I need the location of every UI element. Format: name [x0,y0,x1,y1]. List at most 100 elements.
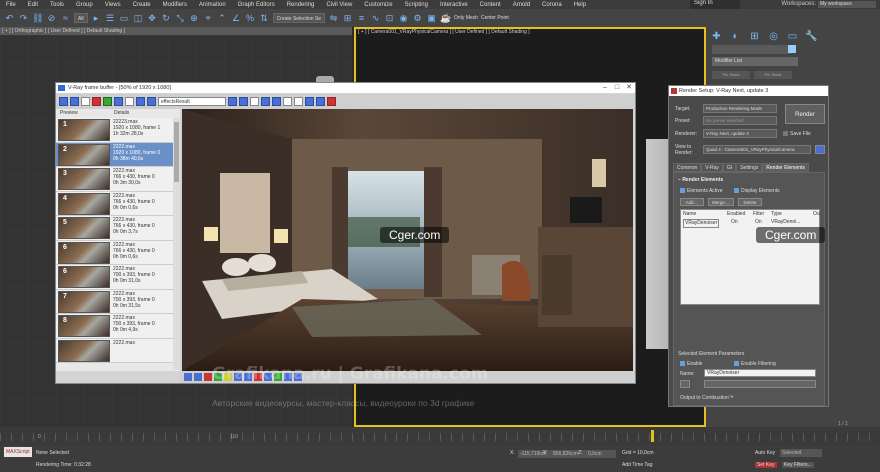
save-file-checkbox[interactable]: Save File [783,131,811,137]
link-icon[interactable]: ⛓ [32,13,43,24]
menu-graph-editors[interactable]: Graph Editors [232,2,281,8]
set-key-button[interactable]: Set Key [755,462,777,468]
save-all-icon[interactable] [147,97,156,106]
snap-icon[interactable]: ⌃ [217,13,228,24]
modify-tab-icon[interactable]: ◐ [729,30,742,43]
col-name[interactable]: Name [683,210,696,218]
history-item[interactable]: 6 2222.max 700 x 393, frame 0 0h 0m 31,0s [56,265,173,290]
align-icon[interactable]: ⊞ [342,13,353,24]
percent-snap-icon[interactable]: % [245,13,256,24]
output-path-field[interactable] [704,380,816,388]
select-icon[interactable]: ▸ [91,13,102,24]
time-slider[interactable] [651,430,654,442]
modifier-list-dropdown[interactable]: Modifier List [712,57,798,66]
blue-channel-icon[interactable] [114,97,123,106]
menu-animation[interactable]: Animation [193,2,232,8]
maxscript-listener[interactable]: MAXScript [4,447,32,457]
display-tab-icon[interactable]: ▭ [786,30,799,43]
workspace-select[interactable]: My workspace [818,1,876,8]
menu-corona[interactable]: Corona [536,2,568,8]
col-output[interactable]: Ou [813,210,820,218]
auto-key-label[interactable]: Auto Key [755,450,775,456]
track-mouse-icon[interactable] [228,97,237,106]
lock-view-icon[interactable] [815,145,825,154]
z-field[interactable]: 0,0cm [586,450,616,458]
hierarchy-tab-icon[interactable]: ⊞ [748,30,761,43]
close-icon[interactable]: ✕ [623,83,635,93]
target-select[interactable]: Production Rendering Mode [703,104,777,113]
render-setup-title-bar[interactable]: Render Setup: V-Ray Next, update 3 [669,86,828,96]
move-icon[interactable]: ✥ [147,13,158,24]
menu-views[interactable]: Views [99,2,127,8]
menu-customize[interactable]: Customize [358,2,398,8]
add-button[interactable]: Add ... [680,198,704,206]
material-editor-icon[interactable]: ◉ [398,13,409,24]
render-frame-icon[interactable]: ▣ [426,13,437,24]
history-toggle-icon[interactable] [59,97,68,106]
save-image-icon[interactable] [70,97,79,106]
red-channel-icon[interactable] [92,97,101,106]
pin-stack-button[interactable]: Pin Stack [712,71,750,79]
create-tab-icon[interactable]: ✚ [710,30,723,43]
history-item[interactable]: 8 2222.max 700 x 393, frame 0 0h 0m 4,9s [56,314,173,339]
menu-modifiers[interactable]: Modifiers [157,2,193,8]
vfb-exposure-icon[interactable] [204,373,212,381]
history-scroll-thumb[interactable] [174,122,179,182]
display-elements-checkbox[interactable]: Display Elements [734,188,780,194]
view-to-render-select[interactable]: Quad 4 - Camera001_VRayPhysicalCamera [703,145,811,154]
col-enabled[interactable]: Enabled [727,210,745,218]
only-mesh-label[interactable]: Only Mesh [454,15,478,21]
menu-create[interactable]: Create [127,2,157,8]
render-icon[interactable]: ☕ [440,13,451,24]
menu-edit[interactable]: Edit [22,2,44,8]
redo-icon[interactable]: ↷ [18,13,29,24]
tab-render-elements[interactable]: Render Elements [762,163,809,172]
history-item[interactable]: 2 2222.max 1920 x 1080, frame 0 0h 38m 40… [56,142,173,167]
bind-icon[interactable]: ≈ [60,13,71,24]
history-item[interactable]: 4 2222.max 766 x 430, frame 0 0h 0m 0,6s [56,191,173,216]
viewport-left-label[interactable]: [ + ] [ Orthographic ] [ User Defined ] … [2,28,125,34]
object-name-field[interactable] [712,45,792,54]
follow-mouse-icon[interactable] [272,97,281,106]
delete-button[interactable]: Delete [738,198,762,206]
minimize-icon[interactable]: – [599,83,611,93]
col-filter[interactable]: Filter [753,210,764,218]
preset-select[interactable]: No preset selected [703,116,777,125]
show-end-result-button[interactable]: Pin Stack [754,71,792,79]
render-button[interactable]: Render [785,104,825,124]
history-item[interactable]: 2222.max [56,338,173,363]
render-setup-icon[interactable]: ⚙ [412,13,423,24]
layer-icon[interactable]: ≡ [356,13,367,24]
tab-gi[interactable]: GI [722,163,737,172]
menu-interactive[interactable]: Interactive [434,2,474,8]
renderer-select[interactable]: V-Ray Next, update 3 [703,129,777,138]
lens-effects-icon[interactable] [283,97,292,106]
enable-filtering-checkbox[interactable]: Enable Filtering [734,361,776,367]
vfb-title-bar[interactable]: V-Ray frame buffer - [50% of 1920 x 1080… [56,83,635,93]
maximize-icon[interactable]: □ [611,83,623,93]
rect-selection-icon[interactable]: ▭ [119,13,130,24]
selection-filter-select[interactable]: All [74,13,88,23]
menu-tools[interactable]: Tools [44,2,70,8]
green-channel-icon[interactable] [103,97,112,106]
history-item[interactable]: 1 22223.max 1920 x 1080, frame 1 1h 32m 2… [56,118,173,143]
menu-file[interactable]: File [0,2,22,8]
select-by-name-icon[interactable]: ☰ [105,13,116,24]
utilities-tab-icon[interactable]: 🔧 [805,30,818,43]
rotate-icon[interactable]: ↻ [161,13,172,24]
tab-vray[interactable]: V-Ray [701,163,723,172]
clear-icon[interactable] [81,97,90,106]
vfb-settings-icon[interactable] [184,373,192,381]
place-icon[interactable]: ⊕ [189,13,200,24]
region-render-icon[interactable] [250,97,259,106]
history-item[interactable]: 6 2222.max 766 x 430, frame 0 0h 0m 0,6s [56,240,173,265]
spinner-snap-icon[interactable]: ⇅ [259,13,270,24]
mirror-icon[interactable]: ⇋ [328,13,339,24]
menu-group[interactable]: Group [70,2,99,8]
key-mode-select[interactable]: Selected [780,449,822,457]
alpha-channel-icon[interactable] [125,97,134,106]
menu-scripting[interactable]: Scripting [399,2,434,8]
schematic-icon[interactable]: ⊡ [384,13,395,24]
history-item[interactable]: 3 2222.max 766 x 430, frame 0 0h 3m 30,0s [56,167,173,192]
vfb-lut-icon[interactable] [194,373,202,381]
